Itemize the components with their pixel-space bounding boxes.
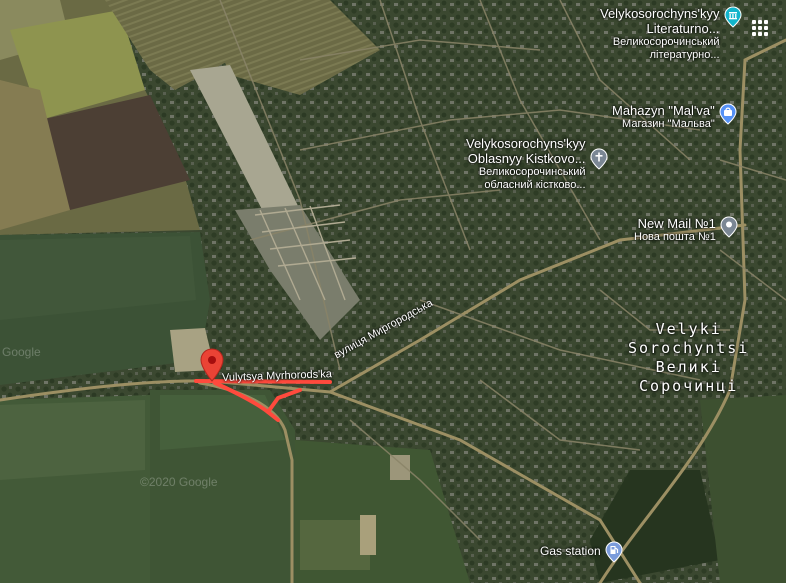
poi-museum-name-ua-2: літературно...	[649, 49, 720, 61]
museum-icon	[724, 6, 742, 28]
poi-post-name-en: New Mail №1	[637, 216, 716, 231]
shopping-bag-icon	[719, 103, 737, 125]
poi-store-name-en: Mahazyn "Mal'va"	[612, 103, 715, 118]
google-watermark: Google	[2, 345, 41, 359]
poi-store-name-ua: Магазин "Мальва"	[622, 118, 715, 130]
poi-store-malva[interactable]: Mahazyn "Mal'va" Магазин "Мальва"	[612, 103, 737, 131]
poi-post-name-ua: Нова пошта №1	[634, 231, 716, 243]
town-name-ua-2: Сорочинці	[639, 377, 739, 395]
poi-museum-name-en-1: Velykosorochyns'kyy	[600, 6, 720, 21]
apps-grid-icon[interactable]	[752, 20, 768, 36]
town-name-ua-1: Великі	[655, 358, 722, 376]
poi-museum-name-en-2: Literaturno...	[646, 21, 720, 36]
gas-pump-icon	[605, 541, 623, 563]
poi-new-mail[interactable]: New Mail №1 Нова пошта №1	[634, 216, 738, 244]
poi-church-name-ua-2: обласний кістково...	[484, 179, 586, 191]
town-label[interactable]: Velyki Sorochyntsi Великі Сорочинці	[628, 320, 749, 396]
google-copyright-watermark: ©2020 Google	[140, 475, 218, 489]
cross-icon	[590, 148, 608, 170]
poi-church-name-ua-1: Великосорочинський	[478, 166, 586, 178]
poi-gas-name-en: Gas station	[540, 544, 601, 558]
poi-oblasnyy-kistkovo[interactable]: Velykosorochyns'kyy Oblasnyy Kistkovo...…	[466, 136, 608, 192]
poi-gas-station[interactable]: Gas station	[540, 541, 623, 563]
town-name-en-1: Velyki	[655, 320, 722, 338]
poi-literary-museum[interactable]: Velykosorochyns'kyy Literaturno... Велик…	[600, 6, 742, 62]
poi-museum-name-ua-1: Великосорочинський	[612, 36, 720, 48]
satellite-map[interactable]: Google ©2020 Google вулиця Миргородська …	[0, 0, 786, 583]
map-terrain	[0, 0, 786, 583]
poi-church-name-en-2: Oblasnyy Kistkovo...	[467, 151, 586, 166]
red-location-marker-icon[interactable]	[200, 348, 224, 382]
poi-church-name-en-1: Velykosorochyns'kyy	[466, 136, 586, 151]
location-pin-icon	[720, 216, 738, 238]
town-name-en-2: Sorochyntsi	[628, 339, 750, 357]
